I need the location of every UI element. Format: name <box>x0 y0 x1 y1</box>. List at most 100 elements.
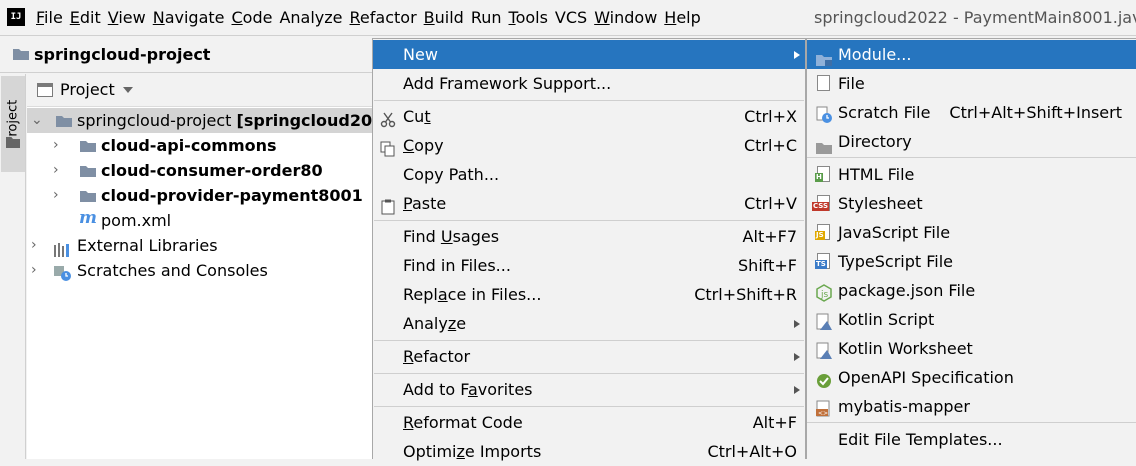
menu-item-label: Analyze <box>403 314 467 333</box>
tree-row-libraries[interactable]: › External Libraries <box>27 233 377 258</box>
project-folder-icon <box>12 47 30 61</box>
menu-item-find-usages[interactable]: Find Usages Alt+F7 <box>373 222 805 251</box>
menu-tools[interactable]: Tools <box>509 0 548 36</box>
tree-row-module[interactable]: › cloud-api-commons <box>27 133 377 158</box>
tree-row-scratches[interactable]: › Scratches and Consoles <box>27 258 377 283</box>
maven-icon: m <box>79 208 97 228</box>
module-folder-icon <box>55 114 73 128</box>
menu-item-new[interactable]: New <box>373 40 805 69</box>
submenu-item-module[interactable]: Module... <box>807 40 1136 69</box>
menu-item-label: Reformat Code <box>403 413 523 432</box>
module-folder-icon <box>79 189 97 203</box>
menu-item-paste[interactable]: Paste Ctrl+V <box>373 189 805 218</box>
menu-separator <box>374 100 804 101</box>
menu-item-find-in-files[interactable]: Find in Files... Shift+F <box>373 251 805 280</box>
chevron-right-icon[interactable]: › <box>53 133 59 158</box>
module-folder-icon <box>79 164 97 178</box>
project-view-icon <box>37 83 53 97</box>
submenu-item-kotlin-worksheet[interactable]: Kotlin Worksheet <box>807 334 1136 363</box>
project-view-selector[interactable]: Project <box>60 74 115 106</box>
nodejs-icon: js <box>815 282 832 302</box>
module-folder-icon <box>815 47 832 66</box>
menu-separator <box>807 157 1136 158</box>
submenu-item-package-json[interactable]: js package.json File <box>807 276 1136 305</box>
shortcut-label: Ctrl+V <box>744 194 797 213</box>
project-tool-tab[interactable]: Project <box>1 76 25 172</box>
menu-item-label: Kotlin Script <box>838 310 935 329</box>
shortcut-label: Ctrl+Alt+Shift+Insert <box>949 103 1122 122</box>
menu-item-refactor[interactable]: Refactor <box>373 342 805 371</box>
kotlin-script-icon <box>815 311 832 330</box>
menu-item-label: Copy <box>403 136 444 155</box>
menu-analyze[interactable]: Analyze <box>279 0 342 36</box>
menu-item-optimize-imports[interactable]: Optimize Imports Ctrl+Alt+O <box>373 437 805 466</box>
scissors-icon <box>380 108 396 128</box>
menu-run[interactable]: Run <box>471 0 502 36</box>
tree-row-module[interactable]: › cloud-consumer-order80 <box>27 158 377 183</box>
menu-item-copy-path[interactable]: Copy Path... <box>373 160 805 189</box>
menu-item-label: Module... <box>838 45 912 64</box>
menu-vcs[interactable]: VCS <box>555 0 587 36</box>
menu-code[interactable]: Code <box>232 0 273 36</box>
menu-item-label: Find Usages <box>403 227 500 246</box>
intellij-logo-icon: IJ <box>7 8 25 26</box>
menu-file[interactable]: File <box>36 0 63 36</box>
shortcut-label: Ctrl+X <box>744 107 797 126</box>
submenu-item-typescript-file[interactable]: TS TypeScript File <box>807 247 1136 276</box>
css-badge: CSS <box>812 202 830 211</box>
chevron-right-icon[interactable]: › <box>31 233 37 258</box>
menu-refactor[interactable]: Refactor <box>350 0 417 36</box>
submenu-item-scratch-file[interactable]: Scratch File Ctrl+Alt+Shift+Insert <box>807 98 1136 127</box>
submenu-item-file[interactable]: File <box>807 69 1136 98</box>
submenu-item-kotlin-script[interactable]: Kotlin Script <box>807 305 1136 334</box>
copy-icon <box>380 137 396 157</box>
menu-separator <box>374 220 804 221</box>
submenu-item-edit-file-templates[interactable]: Edit File Templates... <box>807 425 1136 454</box>
submenu-item-directory[interactable]: Directory <box>807 127 1136 156</box>
menu-bar: IJ File Edit View Navigate Code Analyze … <box>0 0 1136 36</box>
menu-item-label: Find in Files... <box>403 256 511 275</box>
menu-item-label: TypeScript File <box>838 252 954 271</box>
menu-item-label: File <box>838 74 865 93</box>
mybatis-icon: <> <box>815 398 832 417</box>
menu-item-label: Refactor <box>403 347 471 366</box>
breadcrumb-project[interactable]: springcloud-project <box>34 37 210 73</box>
window-title: springcloud2022 - PaymentMain8001.java <box>814 8 1136 27</box>
tree-row-module[interactable]: › cloud-provider-payment8001 <box>27 183 377 208</box>
ts-badge: TS <box>815 260 827 269</box>
submenu-item-stylesheet[interactable]: CSS Stylesheet <box>807 189 1136 218</box>
menu-item-copy[interactable]: Copy Ctrl+C <box>373 131 805 160</box>
menu-window[interactable]: Window <box>594 0 657 36</box>
shortcut-label: Shift+F <box>738 256 797 275</box>
menu-item-label: Edit File Templates... <box>838 430 1003 449</box>
submenu-item-javascript-file[interactable]: JS JavaScript File <box>807 218 1136 247</box>
chevron-right-icon[interactable]: › <box>53 183 59 208</box>
menu-help[interactable]: Help <box>664 0 700 36</box>
menu-item-label: Directory <box>838 132 912 151</box>
tree-row-file[interactable]: m pom.xml <box>27 208 377 233</box>
menu-navigate[interactable]: Navigate <box>153 0 225 36</box>
new-submenu: Module... File Scratch File Ctrl+Alt+Shi… <box>806 38 1136 459</box>
menu-edit[interactable]: Edit <box>70 0 101 36</box>
submenu-item-openapi[interactable]: OpenAPI Specification <box>807 363 1136 392</box>
menu-separator <box>807 422 1136 423</box>
chevron-down-icon[interactable] <box>123 87 133 93</box>
tree-libraries-label: External Libraries <box>77 236 218 255</box>
menu-item-label: package.json File <box>838 281 976 300</box>
chevron-right-icon[interactable]: › <box>31 258 37 283</box>
submenu-item-mybatis-mapper[interactable]: <> mybatis-mapper <box>807 392 1136 421</box>
svg-text:<>: <> <box>818 410 828 417</box>
menu-item-label: HTML File <box>838 165 915 184</box>
menu-item-replace-in-files[interactable]: Replace in Files... Ctrl+Shift+R <box>373 280 805 309</box>
menu-view[interactable]: View <box>108 0 146 36</box>
menu-item-analyze[interactable]: Analyze <box>373 309 805 338</box>
chevron-down-icon[interactable]: ⌄ <box>31 108 43 133</box>
menu-item-add-framework[interactable]: Add Framework Support... <box>373 69 805 98</box>
menu-item-reformat-code[interactable]: Reformat Code Alt+F <box>373 408 805 437</box>
tree-row-root[interactable]: ⌄ springcloud-project [springcloud2022 <box>27 108 394 133</box>
menu-build[interactable]: Build <box>424 0 464 36</box>
chevron-right-icon[interactable]: › <box>53 158 59 183</box>
menu-item-add-to-favorites[interactable]: Add to Favorites <box>373 375 805 404</box>
menu-item-cut[interactable]: Cut Ctrl+X <box>373 102 805 131</box>
submenu-item-html-file[interactable]: H HTML File <box>807 160 1136 189</box>
